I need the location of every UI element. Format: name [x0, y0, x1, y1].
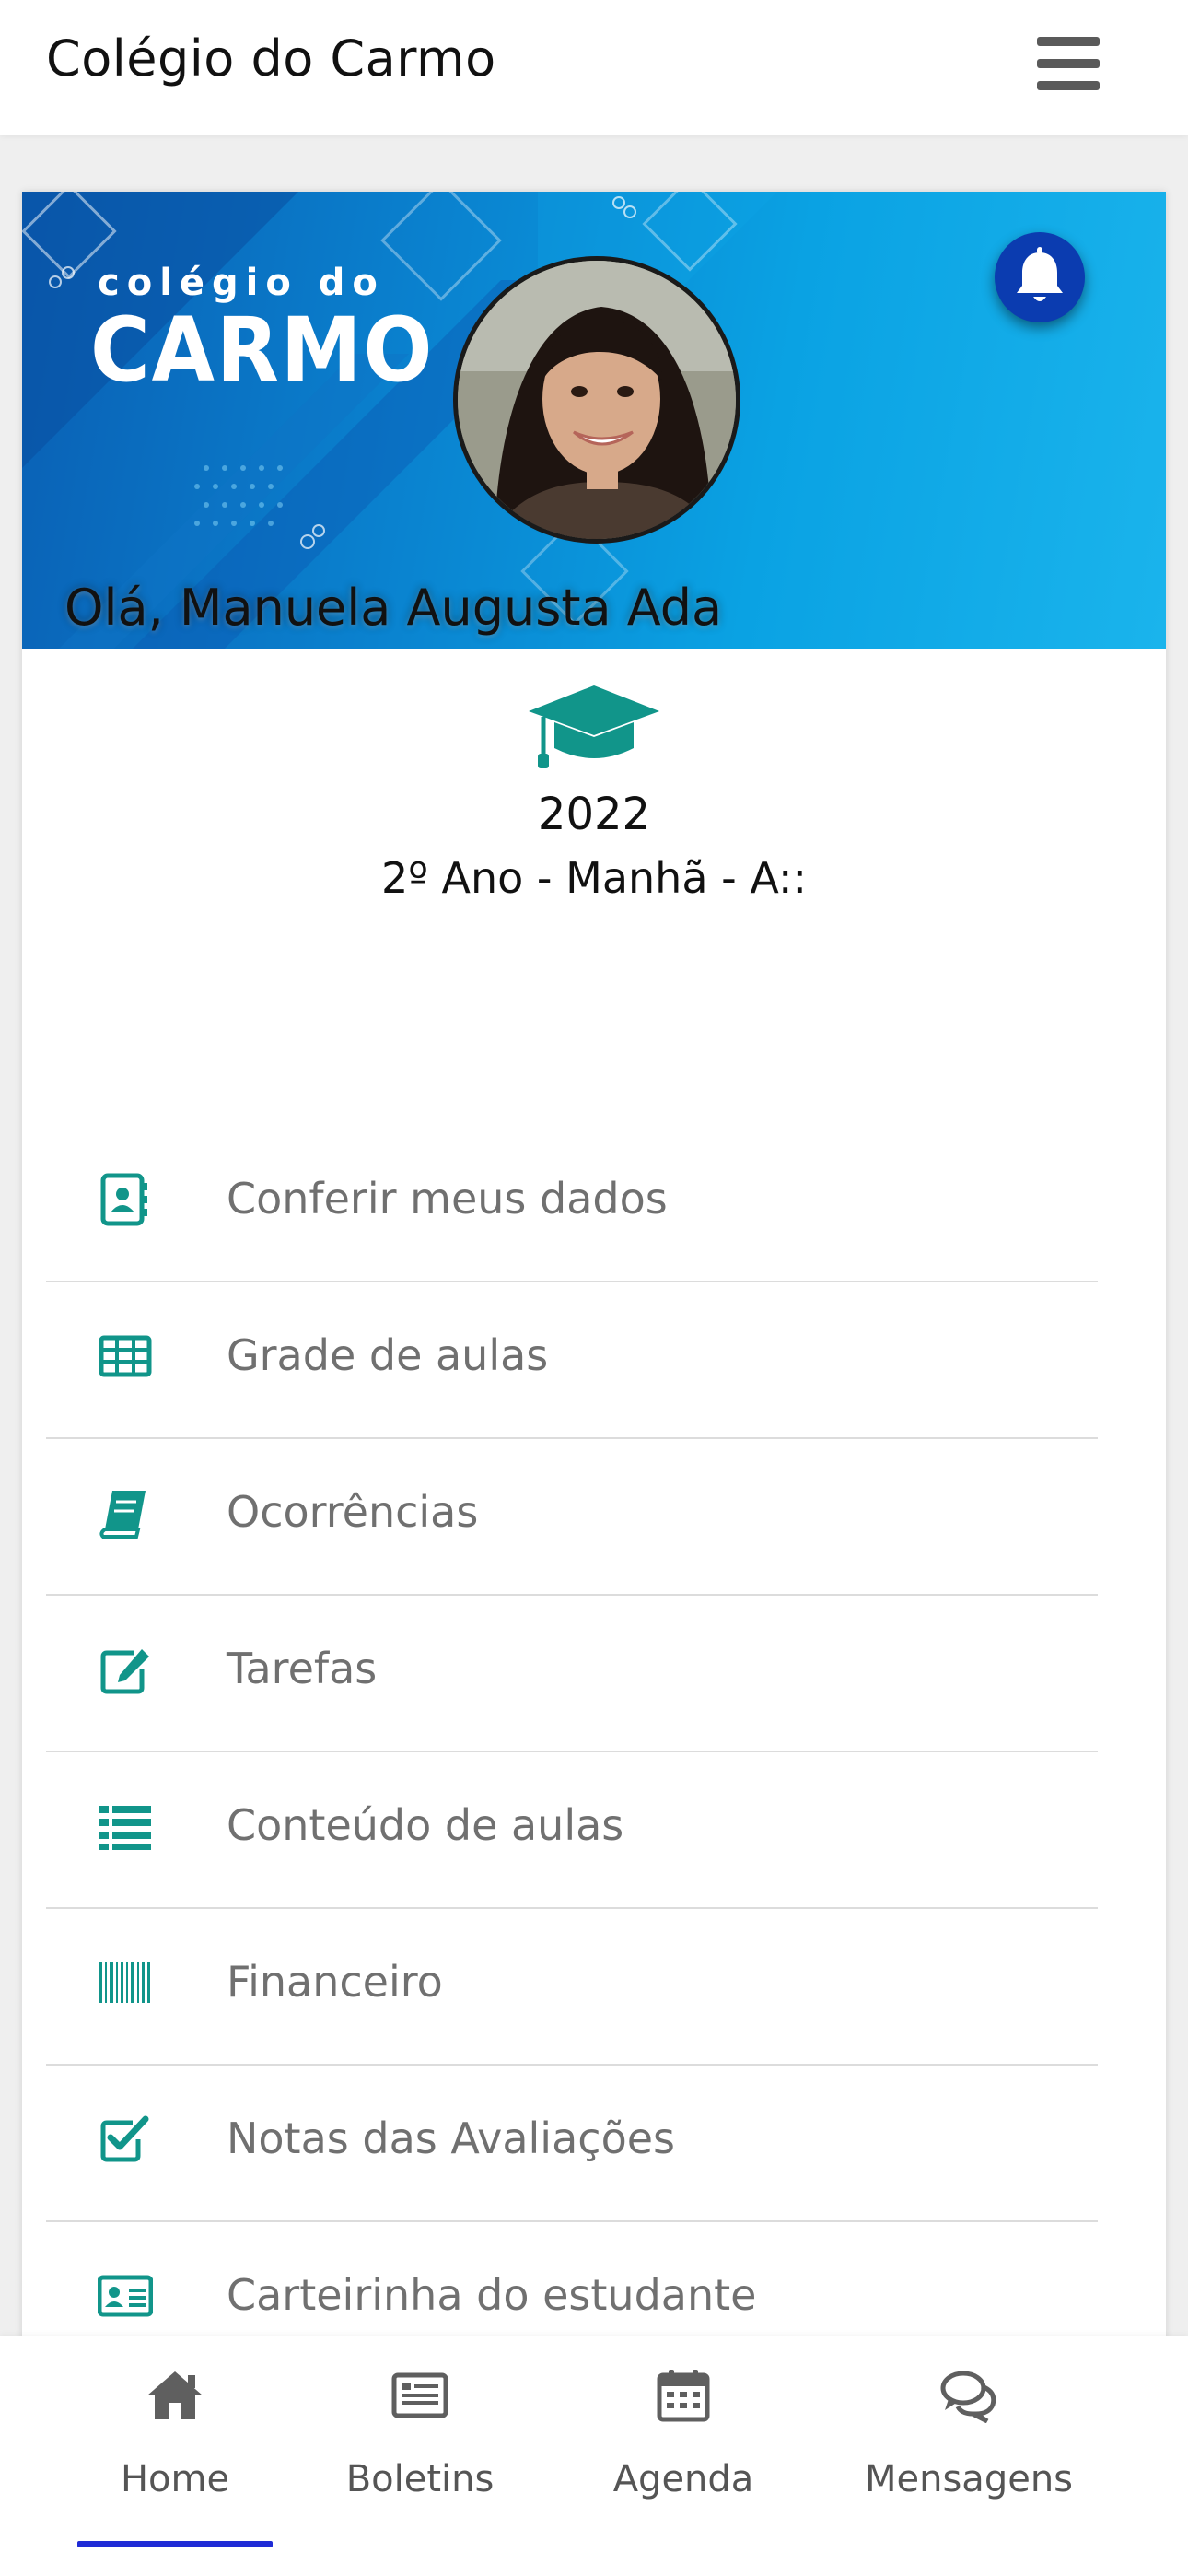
nav-label: Mensagens — [864, 2458, 1074, 2500]
nav-home[interactable]: Home — [0, 2336, 350, 2558]
menu-item-tarefas[interactable]: Tarefas — [46, 1596, 1098, 1752]
hero-banner: colégio do CARMO Olá, Manuela Augusta Ad… — [22, 192, 1166, 649]
check-square-icon — [100, 2115, 149, 2162]
graduation-cap-icon — [529, 685, 659, 768]
app-title: Colégio do Carmo — [46, 29, 496, 88]
menu-item-label: Carteirinha do estudante — [227, 2270, 757, 2320]
avatar-photo — [458, 261, 736, 539]
menu-item-conferir-dados[interactable]: Conferir meus dados — [46, 1126, 1098, 1282]
menu-item-label: Financeiro — [227, 1957, 443, 2007]
menu-item-label: Tarefas — [227, 1644, 378, 1693]
book-icon — [99, 1491, 146, 1539]
nav-label: Boletins — [345, 2458, 495, 2500]
chat-bubbles-icon — [940, 2371, 996, 2423]
menu-item-financeiro[interactable]: Financeiro — [46, 1909, 1098, 2066]
edit-icon — [100, 1649, 149, 1694]
id-card-icon — [98, 2275, 153, 2317]
menu-item-label: Ocorrências — [227, 1487, 479, 1537]
logo-bottom-text: CARMO — [90, 299, 435, 402]
nav-mensagens[interactable]: Mensagens — [847, 2336, 1096, 2558]
menu-item-label: Conteúdo de aulas — [227, 1800, 624, 1850]
class-info: 2º Ano - Manhã - A:: — [380, 853, 808, 903]
avatar[interactable] — [453, 256, 740, 544]
menu-item-notas-avaliacoes[interactable]: Notas das Avaliações — [46, 2066, 1098, 2222]
contact-card-icon — [100, 1173, 147, 1226]
list-icon — [99, 1806, 151, 1850]
hamburger-menu-icon[interactable] — [1037, 37, 1100, 90]
notification-bell-button[interactable] — [995, 232, 1085, 322]
calendar-icon — [657, 2370, 710, 2422]
nav-label: Home — [120, 2458, 230, 2500]
bell-icon — [1017, 247, 1063, 301]
student-menu: Conferir meus dados Grade de aulas Ocorr… — [46, 1126, 1098, 2379]
bottom-navigation: Home Boletins Agenda Mensagens — [0, 2336, 1188, 2576]
menu-item-ocorrencias[interactable]: Ocorrências — [46, 1439, 1098, 1596]
nav-agenda[interactable]: Agenda — [608, 2336, 755, 2558]
nav-boletins[interactable]: Boletins — [346, 2336, 494, 2558]
nav-active-indicator — [77, 2541, 273, 2547]
home-icon — [147, 2371, 203, 2419]
school-year: 2022 — [537, 789, 651, 840]
menu-item-grade-aulas[interactable]: Grade de aulas — [46, 1282, 1098, 1439]
barcode-icon — [99, 1962, 150, 2003]
menu-item-conteudo-aulas[interactable]: Conteúdo de aulas — [46, 1752, 1098, 1909]
menu-item-label: Notas das Avaliações — [227, 2113, 675, 2163]
menu-item-label: Grade de aulas — [227, 1330, 549, 1380]
menu-item-label: Conferir meus dados — [227, 1174, 668, 1224]
greeting-text: Olá, Manuela Augusta Ada — [64, 579, 723, 637]
top-app-bar: Colégio do Carmo — [0, 0, 1188, 135]
table-grid-icon — [99, 1335, 152, 1377]
nav-label: Agenda — [612, 2458, 754, 2500]
newspaper-icon — [391, 2372, 448, 2418]
